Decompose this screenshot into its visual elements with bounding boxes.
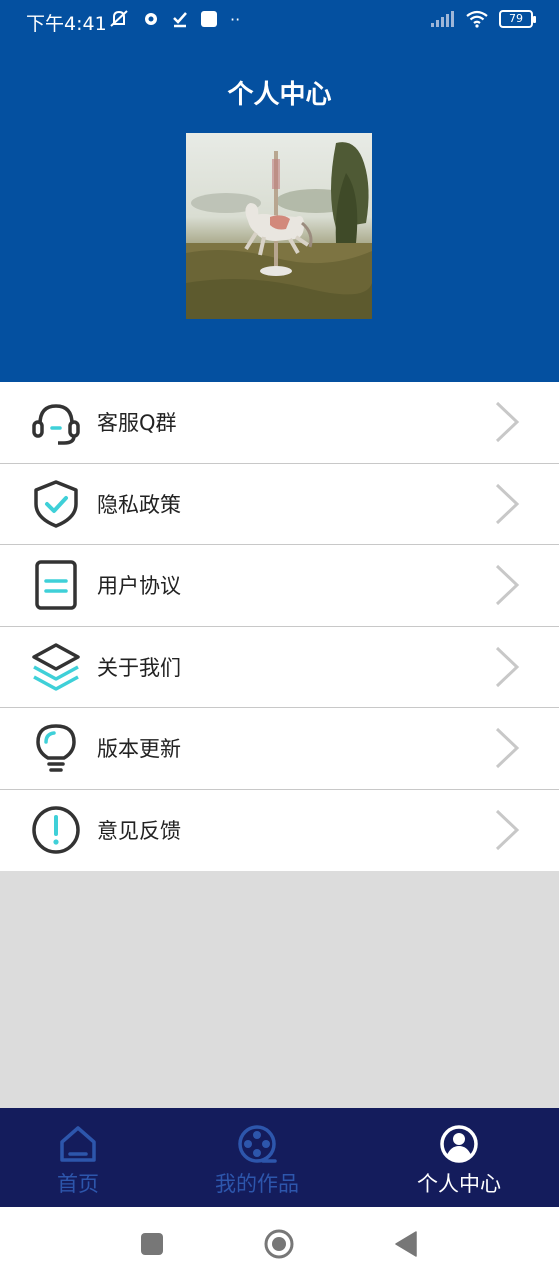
bottom-nav: 首页 我的作品 个人中心 [0,1108,559,1207]
menu-item-feedback[interactable]: 意见反馈 [0,790,559,872]
chevron-right-icon [495,810,520,851]
menu-item-label: 版本更新 [97,737,181,762]
menu-item-label: 关于我们 [97,655,181,680]
tab-profile[interactable]: 个人中心 [400,1108,518,1207]
home-icon [60,1126,96,1162]
tab-my-works-label: 我的作品 [215,1172,299,1196]
menu-item-label: 客服Q群 [97,411,177,436]
square-notification-icon [201,11,217,27]
status-icons-left: ·· [108,9,240,29]
tab-profile-label: 个人中心 [417,1172,501,1196]
menu-item-label: 意见反馈 [97,819,181,844]
chevron-right-icon [495,483,520,524]
menu-item-about-us[interactable]: 关于我们 [0,627,559,708]
layers-icon [32,643,80,691]
more-notifications-icon: ·· [230,9,241,29]
menu-item-label: 用户协议 [97,574,181,599]
tab-my-works[interactable]: 我的作品 [198,1108,316,1207]
system-nav-bar [0,1207,559,1280]
shield-check-icon [34,480,78,528]
menu-item-version-update[interactable]: 版本更新 [0,708,559,790]
menu-item-label: 隐私政策 [97,492,181,517]
headset-icon [32,404,80,445]
tab-home-label: 首页 [57,1172,99,1196]
battery-icon: 79 [499,10,536,28]
menu-item-customer-service-group[interactable]: 客服Q群 [0,382,559,464]
avatar[interactable] [186,133,372,319]
mute-icon [110,10,128,27]
chevron-right-icon [495,565,520,606]
user-icon [440,1125,478,1163]
menu-item-user-agreement[interactable]: 用户协议 [0,545,559,627]
chevron-right-icon [495,402,520,443]
status-bar: 下午4:41 ·· 79 [0,0,559,42]
tab-home[interactable]: 首页 [28,1108,128,1207]
status-icons-right: 79 [431,10,536,28]
exclamation-circle-icon [32,806,80,854]
page-title: 个人中心 [227,80,332,110]
status-time: 下午4:41 [26,13,107,35]
menu-item-privacy-policy[interactable]: 隐私政策 [0,464,559,545]
back-icon[interactable] [394,1231,418,1257]
settings-icon [145,13,157,25]
document-icon [35,560,77,610]
chevron-right-icon [495,728,520,769]
header: 下午4:41 ·· 79 个人中心 [0,0,559,382]
wifi-icon [466,10,488,28]
film-reel-icon [238,1125,277,1163]
chevron-right-icon [495,646,520,687]
signal-icon [431,11,454,27]
settings-menu: 客服Q群 隐私政策 用户协议 关于我们 版本更新 意见反馈 [0,382,559,871]
lightbulb-icon [36,724,76,772]
home-button-icon[interactable] [263,1228,295,1260]
check-download-icon [173,12,187,28]
recent-apps-icon[interactable] [140,1232,164,1256]
